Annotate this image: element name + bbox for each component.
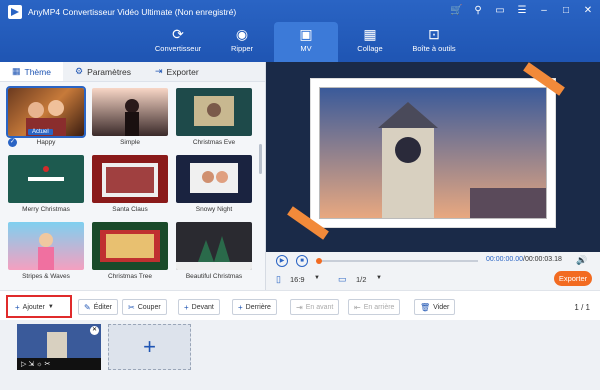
minimize-icon[interactable]: – [538,5,550,17]
maximize-icon[interactable]: □ [560,5,572,17]
theme-label: Happy [36,139,56,146]
add-button[interactable]: + Ajouter ▼ [10,299,59,315]
theme-thumb-merry-christmas[interactable] [8,155,84,203]
plus-icon: + [184,302,189,312]
behind-button[interactable]: + Derrière [232,299,277,315]
theme-label: Merry Christmas [22,206,70,213]
clip-thumbnail[interactable]: ✕ ▷ ⇲ ☼ ✂ [17,324,101,370]
volume-icon[interactable]: 🔊 [576,255,587,266]
close-icon[interactable]: ✕ [582,5,594,17]
edit-button[interactable]: ✎ Éditer [78,299,118,315]
tab-export[interactable]: ⇥ Exporter [143,62,211,81]
scrollbar[interactable] [259,144,262,174]
plus-icon: + [15,302,20,312]
front-button[interactable]: + Devant [178,299,220,315]
forward-button[interactable]: ⇥ En avant [290,299,340,315]
theme-thumb-beautiful-christmas[interactable] [176,222,252,270]
trash-icon: 🗑 [420,302,431,312]
santa-claus-thumb-image [102,163,158,197]
beautiful-christmas-thumb-image [176,236,252,270]
aspect-ratio-select[interactable]: 16:9 [290,275,305,284]
theme-thumb-stripes-waves[interactable] [8,222,84,270]
nav-converter[interactable]: ⟳ Convertisseur [146,22,210,62]
theme-label: Christmas Tree [107,273,153,280]
snowy-night-thumb-image [190,163,238,193]
theme-thumb-santa-claus[interactable] [92,155,168,203]
app-logo-icon [8,5,22,19]
backward-button[interactable]: ⇤ En arrière [348,299,401,315]
stop-icon[interactable]: ■ [296,255,308,267]
tab-theme[interactable]: ▦ Thème [0,62,63,81]
chevron-down-icon[interactable]: ▼ [376,275,382,281]
edit-icon: ✎ [84,302,91,312]
title-bar: AnyMP4 Convertisseur Vidéo Ultimate (Non… [0,0,600,62]
sub-tabs: ▦ Thème ⚙ Paramètres ⇥ Exporter [0,62,265,82]
merry-christmas-thumb-image [28,166,64,181]
nav-ripper[interactable]: ◉ Ripper [210,22,274,62]
mv-icon: ▣ [299,26,313,42]
current-badge: Actuel [28,129,53,135]
window-controls: 🛒 ⚲ ▭ ☰ – □ ✕ [450,5,594,17]
theme-label: Christmas Eve [192,139,236,146]
scissors-icon: ✂ [128,302,135,312]
page-counter: 1 / 1 [574,303,590,312]
christmas-eve-thumb-image [194,96,234,126]
clip-close-icon[interactable]: ✕ [90,326,99,335]
clear-button[interactable]: 🗑 Vider [414,299,456,315]
nav-toolbox[interactable]: ⊡ Boîte à outils [402,22,466,62]
theme-thumb-snowy-night[interactable] [176,155,252,203]
simple-thumb-image [125,99,139,136]
theme-grid: Actuel ✓ Happy Simple Christmas Eve Merr… [6,86,258,288]
stripes-waves-thumb-image [38,233,54,270]
theme-label: Simple [120,139,140,146]
chat-icon[interactable]: ▭ [494,5,506,17]
tab-settings[interactable]: ⚙ Paramètres [63,62,143,81]
chevron-down-icon[interactable]: ▼ [314,275,320,281]
aspect-icon: ▯ [276,274,281,284]
plus-icon: + [238,302,243,312]
progress-bar[interactable] [316,258,478,264]
user-icon[interactable]: ⚲ [472,5,484,17]
collage-icon: ▦ [363,26,377,42]
theme-thumb-simple[interactable] [92,88,168,136]
clip-controls-icon[interactable]: ▷ ⇲ ☼ ✂ [21,360,50,368]
edit-toolbar: + Ajouter ▼ ✎ Éditer ✂ Couper + Devant + Derri… [0,290,600,320]
theme-label: Beautiful Christmas [185,273,243,280]
christmas-tree-thumb-image [100,230,160,262]
chevron-down-icon: ▼ [47,304,54,310]
app-title: AnyMP4 Convertisseur Vidéo Ultimate (Non… [28,7,237,17]
add-clip-button[interactable]: + [108,324,191,370]
export-button[interactable]: Exporter [554,271,592,286]
theme-label: Stripes & Waves [22,273,70,280]
export-icon: ⇥ [155,66,163,76]
page-select[interactable]: 1/2 [356,275,366,284]
time-display: 00:00:00.00/00:00:03.18 [486,256,562,263]
forward-icon: ⇥ [296,302,303,312]
ripper-icon: ◉ [235,26,249,42]
toolbox-icon: ⊡ [428,26,440,42]
theme-thumb-happy[interactable]: Actuel [6,86,86,138]
monitor-icon: ▭ [338,274,347,284]
nav-collage[interactable]: ▦ Collage [338,22,402,62]
cart-icon[interactable]: 🛒 [450,5,462,17]
decor-tape [287,62,565,240]
main-nav: ⟳ Convertisseur ◉ Ripper ▣ MV ▦ Collage ⊡ Boî… [146,22,466,62]
player-controls: ▶ ■ 00:00:00.00/00:00:03.18 🔊 ▯ 16:9 ▼ ▭… [266,252,600,290]
timeline: ✕ ▷ ⇲ ☼ ✂ + [0,320,600,390]
play-icon[interactable]: ▶ [276,255,288,267]
preview-area [266,62,600,252]
theme-label: Santa Claus [112,206,148,213]
theme-thumb-christmas-eve[interactable] [176,88,252,136]
nav-mv[interactable]: ▣ MV [274,22,338,62]
menu-icon[interactable]: ☰ [516,5,528,17]
cut-button[interactable]: ✂ Couper [122,299,167,315]
converter-icon: ⟳ [172,26,184,42]
theme-thumb-christmas-tree[interactable] [92,222,168,270]
backward-icon: ⇤ [354,302,361,312]
grid-icon: ▦ [12,66,21,76]
theme-label: Snowy Night [195,206,233,213]
gear-icon: ⚙ [74,66,84,76]
